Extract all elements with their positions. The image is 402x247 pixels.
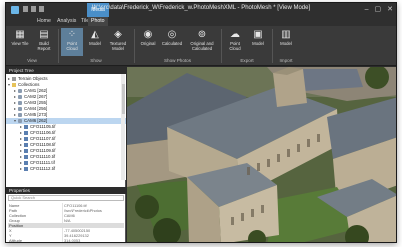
tree-item-label: CFO11110.tif <box>30 154 56 159</box>
property-key: Altitude <box>9 238 22 243</box>
show-calculated-button[interactable]: ◎ Calculated <box>160 28 184 56</box>
camera-icon <box>18 94 22 99</box>
tree-item-label: CAM3 [255] <box>24 100 48 105</box>
export-model-icon: ▣ <box>253 29 263 40</box>
tile-view-icon: ▦ <box>15 29 25 40</box>
tree-item-label: CFO11106.tif <box>30 130 56 135</box>
tree-item-label: CAM5 [273] <box>24 112 48 117</box>
group-label-export: Export <box>240 58 254 63</box>
tab-analysis[interactable]: Analysis <box>54 17 79 26</box>
tree-item-label: CFO11111.tif <box>30 160 55 165</box>
camera-calculated-icon: ◎ <box>167 29 177 40</box>
image-icon <box>24 130 28 135</box>
camera-original-icon: ◉ <box>143 29 153 40</box>
image-icon <box>24 160 28 165</box>
app-window: Media W:\src\data\Frederick_W\Frederick_… <box>5 2 397 243</box>
tree-scrollbar-thumb[interactable] <box>121 84 125 114</box>
tab-home[interactable]: Home <box>34 17 54 26</box>
image-icon <box>24 166 28 171</box>
export-point-cloud-label: Point Cloud <box>229 41 241 51</box>
group-separator <box>58 29 59 63</box>
tree-scrollbar[interactable] <box>121 74 125 180</box>
maximize-button[interactable]: ▢ <box>375 5 382 14</box>
image-icon <box>24 148 28 153</box>
show-original-and-calculated-label: Original and Calculated <box>190 41 214 51</box>
project-tree-header: Project Tree <box>6 67 126 74</box>
window-title: W:\src\data\Frederick_W\Frederick_w.Phot… <box>91 5 311 11</box>
model-label: Model <box>89 41 101 46</box>
ribbon: ▦ View Tile ▤ Build Report View ⁘ Point … <box>6 26 396 66</box>
mesh-scene <box>127 67 396 242</box>
image-icon <box>24 142 28 147</box>
export-model-label: Model <box>252 41 264 46</box>
show-original-and-calculated-button[interactable]: ⊚ Original and Calculated <box>186 28 218 56</box>
folder-icon <box>12 82 16 87</box>
properties-header: Properties <box>6 187 126 194</box>
point-cloud-button[interactable]: ⁘ Point Cloud <box>61 28 83 56</box>
tree-item-label: CFO11109.tif <box>30 148 56 153</box>
property-row[interactable]: Altitude 314.0053 <box>8 238 124 243</box>
show-original-button[interactable]: ◉ Original <box>137 28 159 56</box>
view-tile-label: View Tile <box>11 41 29 46</box>
objects-icon <box>12 76 16 81</box>
view-tile-button[interactable]: ▦ View Tile <box>9 28 31 56</box>
group-label-show: Show <box>90 58 102 63</box>
group-label-import: Import <box>279 58 293 63</box>
camera-icon <box>18 118 22 123</box>
tree-item-label: CAM2 [267] <box>24 94 48 99</box>
window-controls: – ▢ ✕ <box>365 5 393 14</box>
camera-icon <box>18 88 22 93</box>
tab-photo[interactable]: Photo <box>88 17 108 26</box>
show-original-label: Original <box>140 41 156 46</box>
ribbon-tab-row: Home Analysis Tile Photo <box>6 17 396 26</box>
camera-both-icon: ⊚ <box>197 29 207 40</box>
group-label-show-photos: Show Photos <box>163 58 192 63</box>
tree-item[interactable]: ▸ CFO11112.tif <box>6 166 126 172</box>
report-icon: ▤ <box>39 29 49 40</box>
build-report-label: Build Report <box>37 41 51 51</box>
image-icon <box>24 124 28 129</box>
tree-item-label: CAM4 [256] <box>24 106 48 111</box>
tree-item-label: CAM1 [262] <box>24 88 48 93</box>
tree-item-label: CFO11112.tif <box>30 166 56 171</box>
properties-search-input[interactable]: Quick Search <box>8 195 124 201</box>
group-separator <box>134 29 135 63</box>
textured-model-icon: ◈ <box>114 29 122 40</box>
show-calculated-label: Calculated <box>161 41 183 46</box>
export-model-button[interactable]: ▣ Model <box>247 28 269 56</box>
tree-item-label: CAM6 [262] <box>24 118 48 123</box>
close-button[interactable]: ✕ <box>387 5 393 14</box>
point-cloud-icon: ⁘ <box>67 29 77 40</box>
tree-item-label: CFO11107.tif <box>30 136 56 141</box>
tree-item-label: Collections <box>18 82 40 87</box>
tree-item-label: CFO11105.tif <box>30 124 56 129</box>
left-panel: Project Tree ▸ Terrain Objects ▾ Collectio… <box>6 67 126 243</box>
model-button[interactable]: ◭ Model <box>84 28 106 56</box>
camera-icon <box>18 112 22 117</box>
group-label-view: View <box>27 58 37 63</box>
model-icon: ◭ <box>91 29 99 40</box>
import-model-icon: ▥ <box>281 29 291 40</box>
camera-icon <box>18 106 22 111</box>
import-model-button[interactable]: ▥ Model <box>275 28 297 56</box>
tree-item-label: Terrain Objects <box>18 76 48 81</box>
build-report-button[interactable]: ▤ Build Report <box>33 28 55 56</box>
image-icon <box>24 136 28 141</box>
image-icon <box>24 154 28 159</box>
point-cloud-label: Point Cloud <box>66 41 78 51</box>
property-value: 314.0053 <box>64 238 81 243</box>
minimize-button[interactable]: – <box>365 5 369 14</box>
project-tree[interactable]: ▸ Terrain Objects ▾ Collections ▸ CAM1 [262… <box>6 74 126 180</box>
export-point-cloud-icon: ☁ <box>230 29 240 40</box>
title-bar: Media W:\src\data\Frederick_W\Frederick_… <box>6 3 396 17</box>
textured-model-button[interactable]: ◈ Textured Model <box>105 28 131 56</box>
camera-icon <box>18 100 22 105</box>
3d-viewport[interactable] <box>127 67 396 242</box>
import-model-label: Model <box>280 41 292 46</box>
export-point-cloud-button[interactable]: ☁ Point Cloud <box>224 28 246 56</box>
tree-item-label: CFO11108.tif <box>30 142 56 147</box>
textured-model-label: Textured Model <box>109 41 127 51</box>
group-separator <box>221 29 222 63</box>
